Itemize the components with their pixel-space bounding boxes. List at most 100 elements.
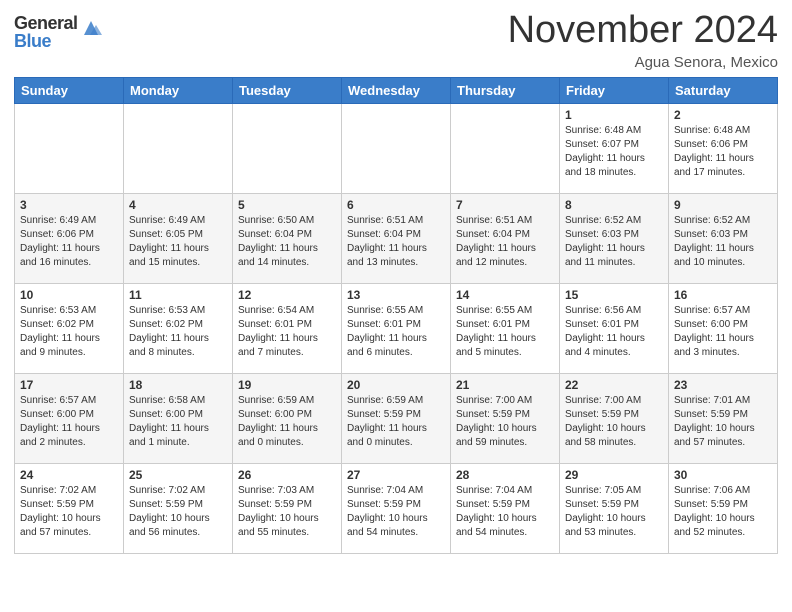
- calendar-cell: 2Sunrise: 6:48 AMSunset: 6:06 PMDaylight…: [669, 103, 778, 193]
- logo: General Blue: [14, 14, 102, 50]
- calendar-cell: [342, 103, 451, 193]
- logo-blue: Blue: [14, 32, 78, 50]
- title-section: November 2024 Agua Senora, Mexico: [508, 10, 778, 71]
- calendar-cell: [233, 103, 342, 193]
- day-number: 10: [20, 288, 118, 302]
- calendar-cell: 24 Sunrise: 7:02 AMSunset: 5:59 PMDayligh…: [15, 463, 124, 553]
- weekday-header-row: SundayMondayTuesdayWednesdayThursdayFrid…: [15, 77, 778, 103]
- calendar-cell: 11 Sunrise: 6:53 AMSunset: 6:02 PMDayligh…: [124, 283, 233, 373]
- calendar-cell: 10 Sunrise: 6:53 AMSunset: 6:02 PMDayligh…: [15, 283, 124, 373]
- weekday-tuesday: Tuesday: [233, 77, 342, 103]
- calendar-cell: 5 Sunrise: 6:50 AMSunset: 6:04 PMDaylight…: [233, 193, 342, 283]
- month-title: November 2024: [508, 10, 778, 52]
- logo-general: General: [14, 14, 78, 32]
- day-info: Sunrise: 7:00 AMSunset: 5:59 PMDaylight:…: [565, 394, 663, 450]
- day-info: Sunrise: 6:48 AMSunset: 6:07 PMDaylight:…: [565, 124, 663, 180]
- calendar-cell: 15 Sunrise: 6:56 AMSunset: 6:01 PMDayligh…: [560, 283, 669, 373]
- calendar-cell: 16 Sunrise: 6:57 AMSunset: 6:00 PMDayligh…: [669, 283, 778, 373]
- day-info: Sunrise: 6:54 AMSunset: 6:01 PMDaylight:…: [238, 304, 336, 360]
- calendar-cell: 7Sunrise: 6:51 AMSunset: 6:04 PMDaylight…: [451, 193, 560, 283]
- calendar-cell: 1 Sunrise: 6:48 AMSunset: 6:07 PMDaylight…: [560, 103, 669, 193]
- day-number: 7: [456, 198, 554, 212]
- calendar-cell: 29 Sunrise: 7:05 AMSunset: 5:59 PMDayligh…: [560, 463, 669, 553]
- weekday-wednesday: Wednesday: [342, 77, 451, 103]
- day-info: Sunrise: 6:57 AMSunset: 6:00 PMDaylight:…: [674, 304, 772, 360]
- calendar-cell: 9 Sunrise: 6:52 AMSunset: 6:03 PMDaylight…: [669, 193, 778, 283]
- day-number: 15: [565, 288, 663, 302]
- day-info: Sunrise: 6:55 AMSunset: 6:01 PMDaylight:…: [347, 304, 445, 360]
- calendar-cell: 3Sunrise: 6:49 AMSunset: 6:06 PMDaylight…: [15, 193, 124, 283]
- day-number: 21: [456, 378, 554, 392]
- calendar-cell: [451, 103, 560, 193]
- day-info: Sunrise: 6:52 AMSunset: 6:03 PMDaylight:…: [674, 214, 772, 270]
- calendar-cell: 6 Sunrise: 6:51 AMSunset: 6:04 PMDaylight…: [342, 193, 451, 283]
- weekday-saturday: Saturday: [669, 77, 778, 103]
- calendar-cell: 21Sunrise: 7:00 AMSunset: 5:59 PMDayligh…: [451, 373, 560, 463]
- day-number: 25: [129, 468, 227, 482]
- calendar-week-3: 10 Sunrise: 6:53 AMSunset: 6:02 PMDayligh…: [15, 283, 778, 373]
- calendar-cell: [15, 103, 124, 193]
- day-info: Sunrise: 7:02 AMSunset: 5:59 PMDaylight:…: [20, 484, 118, 540]
- day-info: Sunrise: 6:51 AMSunset: 6:04 PMDaylight:…: [347, 214, 445, 270]
- weekday-friday: Friday: [560, 77, 669, 103]
- calendar-week-1: 1 Sunrise: 6:48 AMSunset: 6:07 PMDaylight…: [15, 103, 778, 193]
- page: General Blue November 2024 Agua Senora, …: [0, 0, 792, 568]
- calendar-cell: 26Sunrise: 7:03 AMSunset: 5:59 PMDayligh…: [233, 463, 342, 553]
- day-number: 8: [565, 198, 663, 212]
- calendar-cell: 30Sunrise: 7:06 AMSunset: 5:59 PMDayligh…: [669, 463, 778, 553]
- header: General Blue November 2024 Agua Senora, …: [14, 10, 778, 71]
- calendar-cell: 23 Sunrise: 7:01 AMSunset: 5:59 PMDayligh…: [669, 373, 778, 463]
- calendar-cell: 25 Sunrise: 7:02 AMSunset: 5:59 PMDayligh…: [124, 463, 233, 553]
- day-number: 5: [238, 198, 336, 212]
- day-number: 14: [456, 288, 554, 302]
- calendar-cell: 12 Sunrise: 6:54 AMSunset: 6:01 PMDayligh…: [233, 283, 342, 373]
- day-number: 18: [129, 378, 227, 392]
- calendar-week-2: 3Sunrise: 6:49 AMSunset: 6:06 PMDaylight…: [15, 193, 778, 283]
- calendar-cell: 4 Sunrise: 6:49 AMSunset: 6:05 PMDaylight…: [124, 193, 233, 283]
- weekday-sunday: Sunday: [15, 77, 124, 103]
- day-info: Sunrise: 7:02 AMSunset: 5:59 PMDaylight:…: [129, 484, 227, 540]
- day-info: Sunrise: 7:05 AMSunset: 5:59 PMDaylight:…: [565, 484, 663, 540]
- location: Agua Senora, Mexico: [508, 54, 778, 71]
- weekday-monday: Monday: [124, 77, 233, 103]
- day-number: 29: [565, 468, 663, 482]
- day-info: Sunrise: 6:53 AMSunset: 6:02 PMDaylight:…: [129, 304, 227, 360]
- calendar-cell: 27 Sunrise: 7:04 AMSunset: 5:59 PMDayligh…: [342, 463, 451, 553]
- calendar-cell: 20 Sunrise: 6:59 AMSunset: 5:59 PMDayligh…: [342, 373, 451, 463]
- calendar-cell: 14Sunrise: 6:55 AMSunset: 6:01 PMDayligh…: [451, 283, 560, 373]
- day-number: 16: [674, 288, 772, 302]
- logo-icon: [80, 17, 102, 44]
- day-info: Sunrise: 6:48 AMSunset: 6:06 PMDaylight:…: [674, 124, 772, 180]
- day-number: 1: [565, 108, 663, 122]
- calendar-table: SundayMondayTuesdayWednesdayThursdayFrid…: [14, 77, 778, 554]
- day-number: 6: [347, 198, 445, 212]
- calendar-week-5: 24 Sunrise: 7:02 AMSunset: 5:59 PMDayligh…: [15, 463, 778, 553]
- day-info: Sunrise: 7:01 AMSunset: 5:59 PMDaylight:…: [674, 394, 772, 450]
- calendar-cell: 18 Sunrise: 6:58 AMSunset: 6:00 PMDayligh…: [124, 373, 233, 463]
- day-number: 24: [20, 468, 118, 482]
- day-info: Sunrise: 7:04 AMSunset: 5:59 PMDaylight:…: [456, 484, 554, 540]
- day-number: 30: [674, 468, 772, 482]
- day-info: Sunrise: 7:04 AMSunset: 5:59 PMDaylight:…: [347, 484, 445, 540]
- day-info: Sunrise: 6:59 AMSunset: 5:59 PMDaylight:…: [347, 394, 445, 450]
- day-number: 22: [565, 378, 663, 392]
- day-info: Sunrise: 6:58 AMSunset: 6:00 PMDaylight:…: [129, 394, 227, 450]
- day-number: 4: [129, 198, 227, 212]
- day-number: 9: [674, 198, 772, 212]
- calendar-cell: 22 Sunrise: 7:00 AMSunset: 5:59 PMDayligh…: [560, 373, 669, 463]
- day-number: 27: [347, 468, 445, 482]
- day-info: Sunrise: 6:50 AMSunset: 6:04 PMDaylight:…: [238, 214, 336, 270]
- day-number: 13: [347, 288, 445, 302]
- calendar-cell: 8Sunrise: 6:52 AMSunset: 6:03 PMDaylight…: [560, 193, 669, 283]
- day-info: Sunrise: 6:56 AMSunset: 6:01 PMDaylight:…: [565, 304, 663, 360]
- calendar-cell: 13 Sunrise: 6:55 AMSunset: 6:01 PMDayligh…: [342, 283, 451, 373]
- logo-text: General Blue: [14, 14, 78, 50]
- day-number: 12: [238, 288, 336, 302]
- day-number: 20: [347, 378, 445, 392]
- day-info: Sunrise: 6:53 AMSunset: 6:02 PMDaylight:…: [20, 304, 118, 360]
- day-number: 23: [674, 378, 772, 392]
- day-number: 11: [129, 288, 227, 302]
- day-number: 28: [456, 468, 554, 482]
- day-info: Sunrise: 6:49 AMSunset: 6:06 PMDaylight:…: [20, 214, 118, 270]
- day-info: Sunrise: 6:49 AMSunset: 6:05 PMDaylight:…: [129, 214, 227, 270]
